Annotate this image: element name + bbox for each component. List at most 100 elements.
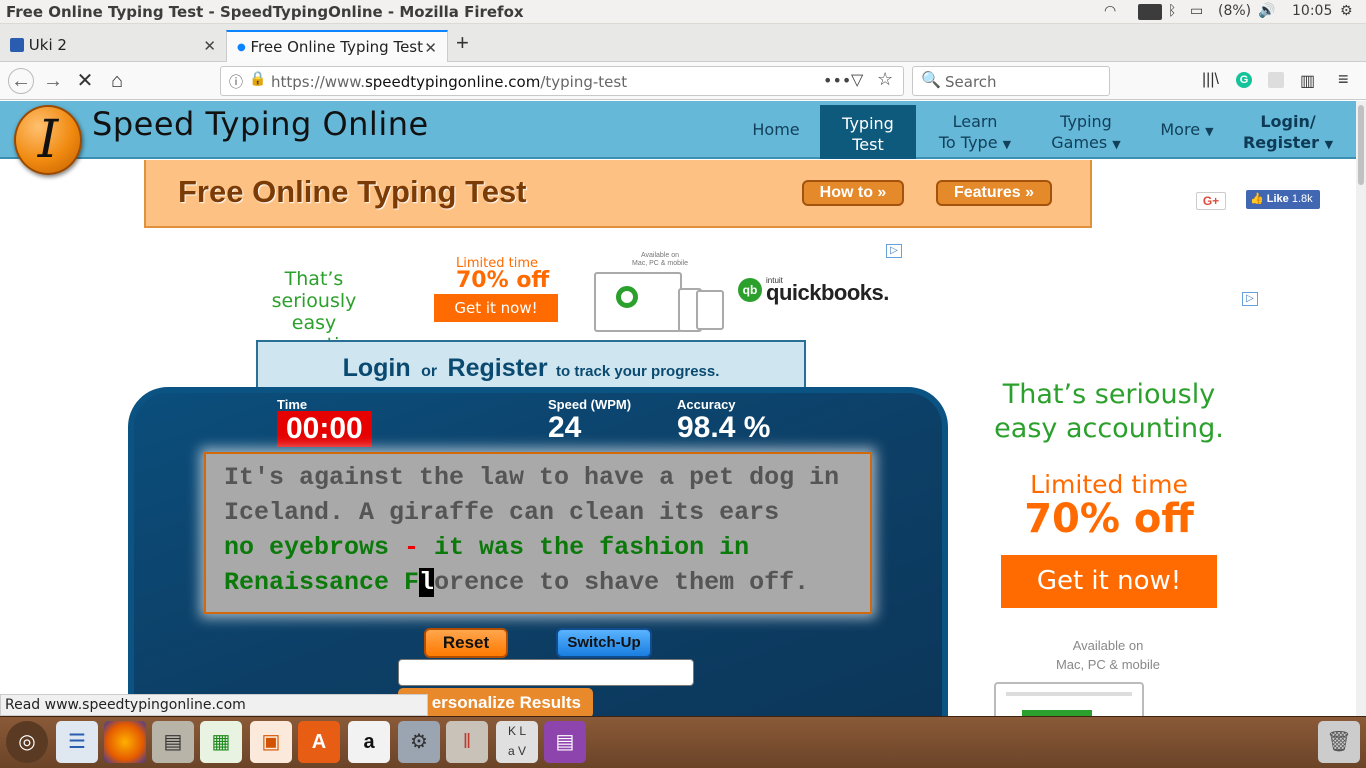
grammarly-icon[interactable]: G xyxy=(1236,72,1252,88)
search-placeholder: Search xyxy=(945,73,997,91)
register-link[interactable]: Register xyxy=(448,354,548,382)
info-icon[interactable]: ⓘ xyxy=(229,72,243,92)
ad-brand: quickbooks. xyxy=(766,280,889,305)
typed-text: no eyebrows xyxy=(224,533,405,562)
menu-learn-to-type[interactable]: Learn To Type ▼ xyxy=(930,101,1020,159)
ad-offer: 70% off xyxy=(456,268,550,293)
search-icon: 🔍 xyxy=(921,70,941,89)
browser-tab-bar: Uki 2 ✕ ● Free Online Typing Test ✕ + xyxy=(0,24,1366,62)
caret-down-icon: ▼ xyxy=(1205,125,1214,138)
wifi-icon[interactable]: ◠ xyxy=(1104,3,1116,19)
adchoices-icon[interactable]: ▷ xyxy=(886,244,902,258)
stop-icon[interactable]: ✕ xyxy=(72,68,98,94)
page-actions-icon[interactable]: ••• xyxy=(823,71,851,90)
settings-gear-icon[interactable]: ⚙ xyxy=(1340,3,1353,19)
site-header: I Speed Typing Online Home Typing Test Le… xyxy=(0,101,1356,175)
calc-icon[interactable]: ▦ xyxy=(200,721,242,763)
software-center-icon[interactable]: A xyxy=(298,721,340,763)
writer-icon[interactable]: ☰ xyxy=(56,721,98,763)
files-icon[interactable]: ▤ xyxy=(152,721,194,763)
trash-icon[interactable]: 🗑 xyxy=(1318,721,1360,763)
pocket-icon[interactable]: ▽ xyxy=(851,70,863,89)
workspace-switcher-icon[interactable]: ▤ xyxy=(544,721,586,763)
reset-button[interactable]: Reset xyxy=(424,628,508,658)
ubuntu-launcher: ◎ ☰ ▤ ▦ ▣ A a ⚙ ‖ K La V ▤ 🗑 xyxy=(0,716,1366,768)
extension-icon[interactable] xyxy=(1268,72,1284,88)
scrollbar-thumb[interactable] xyxy=(1358,105,1364,185)
how-to-button[interactable]: How to » xyxy=(802,180,904,206)
tweak-icon[interactable]: ‖ xyxy=(446,721,488,763)
text-line: no eyebrows - it was the fashion in xyxy=(224,530,852,565)
text-line: Renaissance Florence to shave them off. xyxy=(224,565,852,600)
page-title: Free Online Typing Test xyxy=(178,174,527,209)
time-label: Time xyxy=(277,397,308,412)
typing-input[interactable] xyxy=(398,659,694,686)
battery-percent[interactable]: (8%) xyxy=(1218,3,1251,19)
home-icon[interactable]: ⌂ xyxy=(104,68,130,94)
text-cursor: l xyxy=(419,568,435,597)
tab-typing-test[interactable]: ● Free Online Typing Test ✕ xyxy=(226,30,448,62)
ad-tagline: That’s seriouslyeasy accounting. xyxy=(994,379,1224,444)
timer-display: 00:00 xyxy=(277,411,372,447)
battery-icon[interactable]: ▭ xyxy=(1190,3,1203,19)
tab-label: Uki 2 xyxy=(28,36,67,54)
library-icon[interactable]: |||\ xyxy=(1202,71,1219,89)
keyboard-app-icon[interactable]: K La V xyxy=(496,721,538,763)
typing-text-box[interactable]: It's against the law to have a pet dog i… xyxy=(204,452,872,614)
back-icon[interactable]: ← xyxy=(8,68,34,94)
adchoices-icon[interactable]: ▷ xyxy=(1242,292,1258,306)
accuracy-value: 98.4 % xyxy=(677,411,771,444)
forward-icon[interactable]: → xyxy=(40,68,66,94)
bookmark-star-icon[interactable]: ☆ xyxy=(877,69,893,90)
clock[interactable]: 10:05 xyxy=(1292,3,1332,19)
browser-status-bar: Read www.speedtypingonline.com xyxy=(0,694,428,716)
speed-value: 24 xyxy=(548,411,582,444)
track-progress-text: to track your progress. xyxy=(556,363,720,380)
site-name[interactable]: Speed Typing Online xyxy=(92,105,429,143)
menu-more[interactable]: More ▼ xyxy=(1152,101,1222,159)
user-card-icon xyxy=(10,38,24,52)
ad-cta-button[interactable]: Get it now! xyxy=(1001,555,1217,608)
ubuntu-dash-icon[interactable]: ◎ xyxy=(6,721,48,763)
volume-icon[interactable]: 🔊 xyxy=(1258,3,1275,19)
bluetooth-icon[interactable]: ᛒ xyxy=(1168,3,1176,19)
ad-banner-top[interactable]: That’s seriouslyeasy accounting. Limited… xyxy=(230,244,910,356)
quickbooks-logo-icon: qb xyxy=(738,278,762,302)
text-line: It's against the law to have a pet dog i… xyxy=(224,463,840,492)
menu-home[interactable]: Home xyxy=(744,101,808,159)
login-prompt: Login or Register to track your progress… xyxy=(258,354,804,383)
amazon-icon[interactable]: a xyxy=(348,721,390,763)
close-tab-icon[interactable]: ✕ xyxy=(203,37,216,55)
page-scrollbar[interactable] xyxy=(1356,101,1366,716)
ad-limited: Limited time xyxy=(1030,470,1188,499)
url-bar[interactable]: ⓘ 🔒 https://www.speedtypingonline.com/ty… xyxy=(220,66,904,96)
tab-uki[interactable]: Uki 2 ✕ xyxy=(0,30,226,62)
menu-login-register[interactable]: Login/Register ▼ xyxy=(1240,101,1336,159)
speed-label: Speed (WPM) xyxy=(548,397,632,412)
facebook-like-button[interactable]: 👍 Like 1.8k xyxy=(1246,190,1320,209)
keyboard-layout-indicator[interactable]: En xyxy=(1138,4,1162,20)
tab-label: Free Online Typing Test xyxy=(250,38,423,56)
ad-cta-button[interactable]: Get it now! xyxy=(434,294,558,322)
features-button[interactable]: Features » xyxy=(936,180,1052,206)
error-char: - xyxy=(404,533,420,562)
sidebar-icon[interactable]: ▥ xyxy=(1300,71,1315,91)
text-line: Iceland. A giraffe can clean its ears xyxy=(224,498,780,527)
firefox-icon[interactable] xyxy=(104,721,146,763)
menu-typing-games[interactable]: Typing Games ▼ xyxy=(1044,101,1128,159)
close-tab-icon[interactable]: ✕ xyxy=(424,39,437,57)
google-plus-button[interactable]: G+ xyxy=(1196,192,1226,210)
new-tab-icon[interactable]: + xyxy=(456,30,469,56)
ad-laptop-image xyxy=(594,272,682,332)
search-bar[interactable]: 🔍 Search xyxy=(912,66,1110,96)
thumbs-up-icon: 👍 xyxy=(1250,193,1264,205)
site-logo[interactable]: I xyxy=(14,105,82,175)
system-settings-icon[interactable]: ⚙ xyxy=(398,721,440,763)
login-link[interactable]: Login xyxy=(343,354,411,382)
ad-side[interactable]: That’s seriously easy accounting. Limited… xyxy=(990,372,1230,716)
menu-typing-test[interactable]: Typing Test xyxy=(820,105,916,159)
impress-icon[interactable]: ▣ xyxy=(250,721,292,763)
switch-up-button[interactable]: Switch-Up xyxy=(556,628,652,658)
system-top-bar: Free Online Typing Test - SpeedTypingOnl… xyxy=(0,0,1366,24)
hamburger-menu-icon[interactable]: ≡ xyxy=(1338,69,1349,90)
